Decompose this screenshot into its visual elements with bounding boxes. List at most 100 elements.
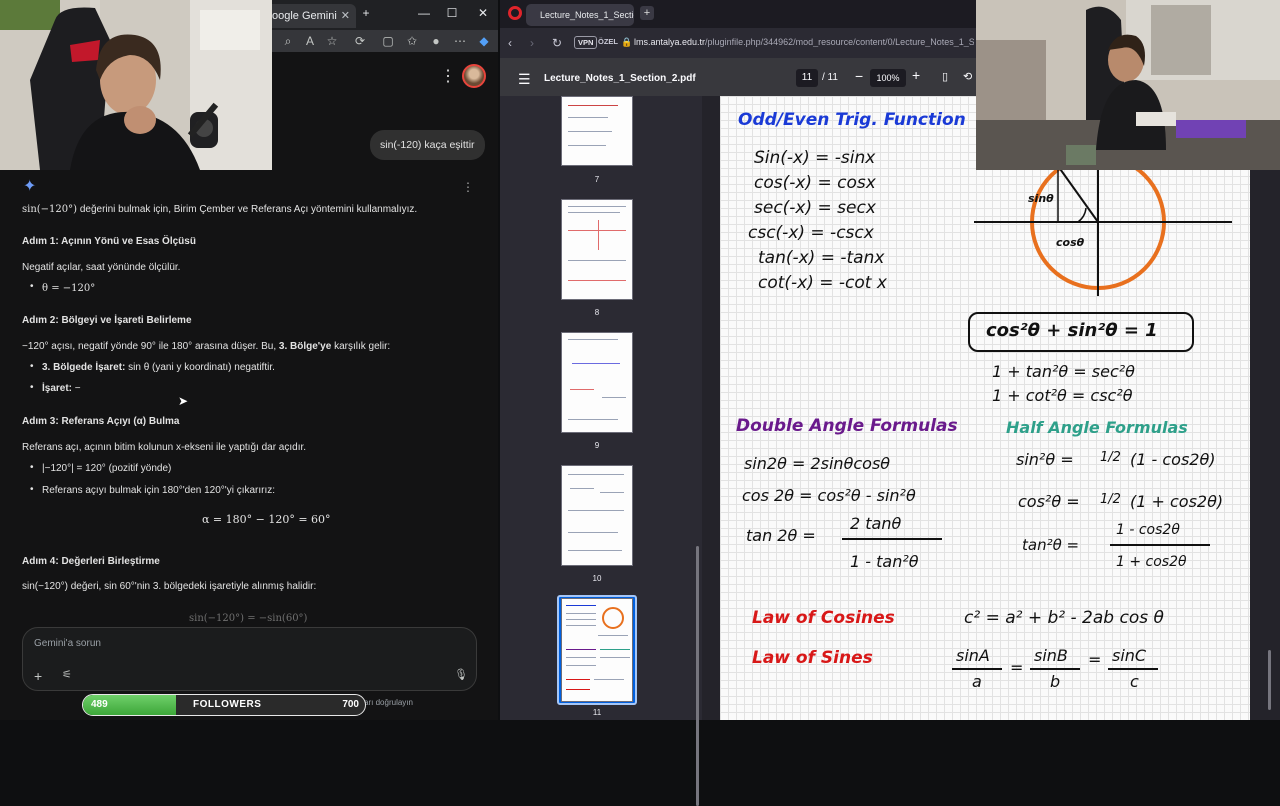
microphone-icon[interactable]: 🎙 — [454, 668, 468, 681]
zoom-in-icon[interactable]: + — [912, 67, 920, 83]
thumbnail-page-7[interactable] — [561, 96, 633, 166]
fraction-line — [842, 538, 942, 540]
opera-logo-icon[interactable] — [508, 6, 522, 20]
half-tan-den: 1 + cos2θ — [1116, 554, 1187, 570]
identity-line: cot(-x) = -cot x — [758, 273, 887, 293]
law-cosines-title: Law of Cosines — [752, 608, 895, 628]
more-options-icon[interactable]: ⋯ — [452, 33, 468, 49]
close-tab-icon[interactable]: ✕ — [341, 4, 350, 28]
double-tan-num: 2 tanθ — [850, 514, 902, 533]
pdf-scrollbar[interactable] — [1268, 650, 1271, 710]
minimize-icon[interactable]: — — [414, 6, 434, 20]
forward-icon[interactable]: › — [530, 36, 534, 50]
zoom-out-icon[interactable]: − — [855, 68, 863, 84]
identity-line: cos(-x) = cosx — [754, 173, 876, 193]
step1-bullet: θ = −120° — [42, 283, 96, 294]
identity-line: csc(-x) = -cscx — [748, 223, 874, 243]
add-files-icon[interactable]: + — [34, 668, 42, 684]
law-cosines-eq: c² = a² + b² - 2ab cos θ — [964, 608, 1164, 628]
step2-b1-bold: 3. Bölgede İşaret: — [42, 362, 126, 373]
avatar[interactable] — [462, 64, 486, 88]
fraction-line — [952, 668, 1002, 670]
new-tab-icon[interactable]: + — [356, 6, 376, 20]
bullet-icon: • — [30, 462, 34, 473]
thumbnail-label: 7 — [594, 175, 600, 184]
step4-equation: sin(−120°) = −sin(60°) — [189, 613, 308, 624]
fit-page-icon[interactable]: ▯ — [942, 70, 948, 83]
step2-text-a: −120° açısı, negatif yönde 90° ile 180° … — [22, 341, 279, 352]
followers-progress-bar: 489 FOLLOWERS 700 — [82, 694, 366, 716]
bullet-icon: • — [30, 281, 34, 292]
split-screen-icon[interactable]: ▢ — [380, 33, 396, 49]
url-domain: lms.antalya.edu.tr — [634, 37, 706, 47]
step3-bullet-1: |−120°| = 120° (pozitif yönde) — [42, 463, 172, 474]
response-options-icon[interactable]: ⋮ — [462, 180, 474, 194]
tab-gemini[interactable]: oogle Gemini ✕ — [262, 4, 356, 28]
lock-icon[interactable]: 🔒 — [621, 37, 632, 48]
back-icon[interactable]: ‹ — [508, 36, 512, 50]
law-sines-title: Law of Sines — [752, 648, 873, 668]
close-window-icon[interactable]: ✕ — [473, 6, 493, 20]
prompt-input-box[interactable] — [22, 627, 477, 691]
odd-even-title: Odd/Even Trig. Function — [738, 110, 966, 130]
tools-icon[interactable]: ⚟ — [62, 668, 72, 681]
copilot-icon[interactable]: ◆ — [476, 33, 492, 49]
maximize-icon[interactable]: ☐ — [442, 6, 462, 20]
double-sin: sin2θ = 2sinθcosθ — [744, 454, 891, 473]
sines-den-a: a — [972, 672, 982, 691]
step1-heading: Adım 1: Açının Yönü ve Esas Ölçüsü — [22, 236, 196, 247]
thumbnail-page-8[interactable] — [561, 199, 633, 300]
sines-den-b: b — [1050, 672, 1061, 691]
gemini-menu-icon[interactable]: ⋮ — [440, 66, 456, 86]
url-text[interactable]: lms.antalya.edu.tr/pluginfile.php/344962… — [634, 37, 974, 47]
zoom-level[interactable]: 100% — [870, 69, 906, 87]
equals-sign: = — [1010, 658, 1024, 677]
webcam-right-image — [976, 0, 1280, 170]
tab-lecture-notes[interactable]: Lecture_Notes_1_Section — [526, 4, 634, 26]
step2-text-b: karşılık gelir: — [331, 341, 391, 352]
profile-icon[interactable]: ● — [428, 33, 444, 49]
step3-heading: Adım 3: Referans Açıyı (α) Bulma — [22, 416, 180, 427]
extensions-icon[interactable]: ⟳ — [352, 33, 368, 49]
half-tan-left: tan²θ = — [1022, 536, 1080, 554]
intro-math: sin(−120°) — [22, 204, 78, 215]
rotate-icon[interactable]: ⟲ — [963, 70, 972, 83]
mouse-cursor: ➤ — [178, 394, 189, 408]
favorite-star-icon[interactable]: ☆ — [324, 33, 340, 49]
pythag-tan: 1 + tan²θ = sec²θ — [992, 362, 1135, 381]
pdf-filename: Lecture_Notes_1_Section_2.pdf — [544, 73, 696, 84]
vpn-badge[interactable]: VPN — [574, 36, 598, 49]
pythag-main: cos²θ + sin²θ = 1 — [986, 320, 1158, 341]
zoom-icon[interactable]: ⌕ — [280, 33, 296, 49]
thumbnail-page-9[interactable] — [561, 332, 633, 433]
new-tab-icon[interactable]: + — [640, 6, 654, 20]
followers-label: FOLLOWERS — [193, 699, 262, 710]
step2-heading: Adım 2: Bölgeyi ve İşareti Belirleme — [22, 315, 192, 326]
half-tan-num: 1 - cos2θ — [1116, 522, 1180, 538]
sidebar-scrollbar[interactable] — [696, 546, 699, 806]
followers-current: 489 — [91, 699, 108, 710]
step3-text: Referans açı, açının bitim kolunun x-eks… — [22, 442, 307, 453]
pythag-cot: 1 + cot²θ = csc²θ — [992, 386, 1133, 405]
prompt-input[interactable]: Gemini'a sorun — [34, 638, 101, 649]
thumbnail-page-11[interactable] — [561, 598, 633, 702]
double-angle-title: Double Angle Formulas — [736, 416, 958, 436]
double-tan-den: 1 - tan²θ — [850, 552, 919, 571]
read-aloud-icon[interactable]: A — [302, 33, 318, 49]
reload-icon[interactable]: ↻ — [552, 36, 562, 50]
intro-text: değerini bulmak için, Birim Çember ve Re… — [77, 204, 418, 215]
step2-b2-bold: İşaret: — [42, 383, 73, 394]
pdf-page-11: Odd/Even Trig. Function Sin(-x) = -sinx … — [720, 96, 1250, 720]
half-angle-title: Half Angle Formulas — [1006, 418, 1188, 437]
step3-equation: α = 180° − 120° = 60° — [202, 513, 331, 526]
equals-sign: = — [1088, 650, 1102, 669]
sidebar-toggle-icon[interactable]: ☰ — [518, 71, 531, 88]
favorites-icon[interactable]: ✩ — [404, 33, 420, 49]
step2-b2-text: − — [72, 383, 81, 394]
half-sin-frac: 1/2 — [1100, 450, 1121, 465]
bullet-icon: • — [30, 361, 34, 372]
thumbnail-page-10[interactable] — [561, 465, 633, 566]
tab-title: oogle Gemini — [272, 10, 337, 22]
page-number-input[interactable]: 11 — [796, 69, 818, 87]
step2-bullet-2: İşaret: − — [42, 382, 492, 395]
